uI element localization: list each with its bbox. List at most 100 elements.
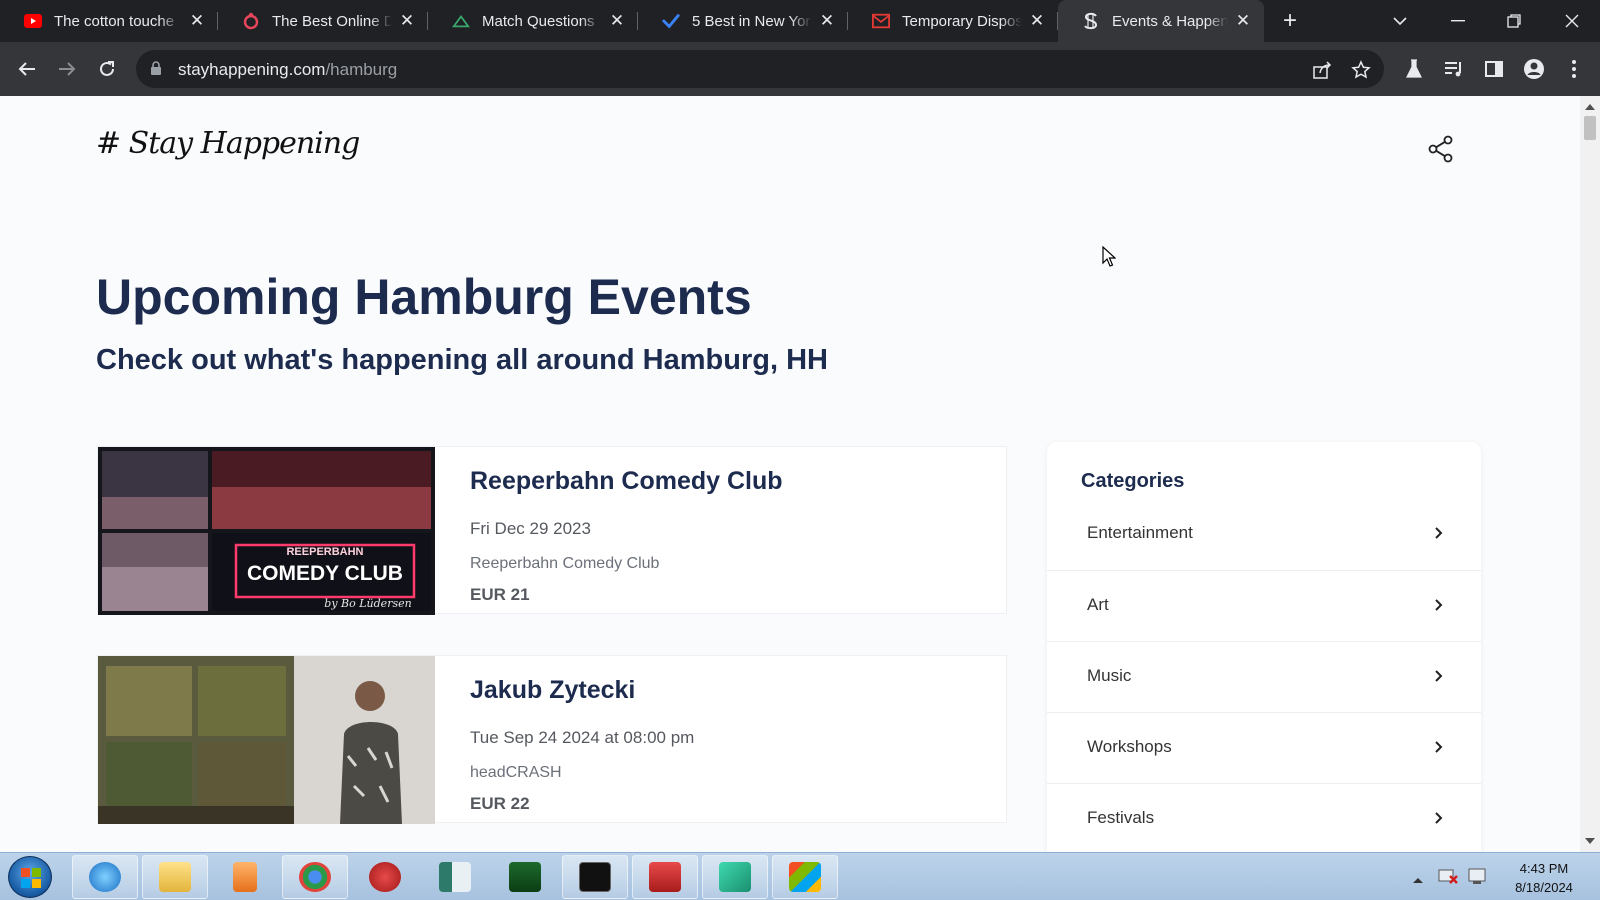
chevron-right-icon bbox=[1433, 525, 1445, 541]
url-text[interactable]: stayhappening.com/hamburg bbox=[178, 60, 397, 80]
match-icon bbox=[452, 12, 470, 30]
category-label: Festivals bbox=[1087, 808, 1155, 827]
tab-youtube[interactable]: The cotton touche ✕ bbox=[0, 0, 218, 42]
tab-strip: The cotton touche ✕ The Best Online De ✕… bbox=[0, 0, 1600, 42]
category-item-entertainment[interactable]: Entertainment bbox=[1047, 499, 1481, 570]
internet-explorer-icon[interactable] bbox=[72, 855, 138, 899]
tab-new-york[interactable]: 5 Best in New York ✕ bbox=[638, 0, 848, 42]
window-app-icon[interactable] bbox=[422, 855, 488, 899]
site-logo[interactable]: # Stay Happening bbox=[96, 126, 360, 161]
browser-toolbar: stayhappening.com/hamburg bbox=[0, 42, 1600, 96]
back-button[interactable] bbox=[13, 55, 41, 83]
event-price: EUR 21 bbox=[470, 585, 530, 604]
lock-icon[interactable] bbox=[150, 61, 162, 81]
event-card[interactable]: REEPERBAHN COMEDY CLUB by Bo Lüdersen Re… bbox=[97, 446, 1007, 615]
event-image[interactable]: REEPERBAHN COMEDY CLUB by Bo Lüdersen bbox=[98, 447, 435, 615]
close-tab-icon[interactable]: ✕ bbox=[818, 11, 836, 30]
share-page-icon[interactable] bbox=[1311, 59, 1333, 81]
start-button[interactable] bbox=[8, 856, 52, 898]
chrome-browser-icon[interactable] bbox=[282, 855, 348, 899]
comedy-club-sign-sub: by Bo Lüdersen bbox=[324, 597, 411, 610]
event-price: EUR 22 bbox=[470, 794, 530, 813]
category-label: Entertainment bbox=[1087, 523, 1193, 542]
tab-events[interactable]: Events & Happenin ✕ bbox=[1058, 0, 1264, 42]
event-card[interactable]: Jakub Zytecki Tue Sep 24 2024 at 08:00 p… bbox=[97, 655, 1007, 824]
chevron-right-icon bbox=[1433, 810, 1445, 826]
cube-app-icon[interactable] bbox=[702, 855, 768, 899]
event-date: Tue Sep 24 2024 at 08:00 pm bbox=[470, 728, 695, 747]
page-title: Upcoming Hamburg Events bbox=[96, 269, 752, 325]
close-tab-icon[interactable]: ✕ bbox=[188, 11, 206, 30]
tab-title: The Best Online De bbox=[272, 12, 392, 30]
event-venue: Reeperbahn Comedy Club bbox=[470, 555, 660, 572]
chevron-right-icon bbox=[1433, 739, 1445, 755]
chevron-right-icon bbox=[1433, 597, 1445, 613]
command-prompt-icon[interactable] bbox=[562, 855, 628, 899]
taskbar-clock[interactable]: 4:43 PM 8/18/2024 bbox=[1496, 859, 1592, 897]
bookmark-star-icon[interactable] bbox=[1350, 59, 1372, 81]
event-venue: headCRASH bbox=[470, 764, 562, 781]
forward-button[interactable] bbox=[53, 55, 81, 83]
scroll-down-icon[interactable] bbox=[1585, 838, 1595, 844]
network-app-icon[interactable] bbox=[492, 855, 558, 899]
comedy-club-sign-top: REEPERBAHN bbox=[286, 546, 363, 558]
category-item-music[interactable]: Music bbox=[1047, 641, 1481, 712]
new-tab-button[interactable]: + bbox=[1276, 7, 1304, 35]
red-app-icon[interactable] bbox=[352, 855, 418, 899]
web-page: # Stay Happening Upcoming Hamburg Events… bbox=[0, 96, 1580, 852]
category-label: Workshops bbox=[1087, 737, 1172, 756]
side-panel-icon[interactable] bbox=[1482, 57, 1506, 81]
close-tab-icon[interactable]: ✕ bbox=[608, 11, 626, 30]
network-warning-icon[interactable] bbox=[1438, 867, 1458, 890]
action-center-icon[interactable] bbox=[1468, 867, 1488, 890]
checkmark-icon bbox=[662, 12, 680, 30]
youtube-icon bbox=[24, 12, 42, 30]
close-tab-icon[interactable]: ✕ bbox=[1028, 11, 1046, 30]
event-image[interactable] bbox=[98, 656, 435, 824]
close-tab-icon[interactable]: ✕ bbox=[1234, 11, 1252, 30]
page-scrollbar[interactable] bbox=[1580, 96, 1600, 852]
comedy-club-sign-main: COMEDY CLUB bbox=[247, 562, 403, 585]
reload-button[interactable] bbox=[93, 55, 121, 83]
category-item-festivals[interactable]: Festivals bbox=[1047, 783, 1481, 852]
category-label: Art bbox=[1087, 595, 1109, 614]
toolbox-app-icon[interactable] bbox=[632, 855, 698, 899]
media-player-icon[interactable] bbox=[212, 855, 278, 899]
close-tab-icon[interactable]: ✕ bbox=[398, 11, 416, 30]
file-explorer-icon[interactable] bbox=[142, 855, 208, 899]
share-icon[interactable] bbox=[1426, 134, 1456, 164]
labs-flask-icon[interactable] bbox=[1402, 57, 1426, 81]
profile-avatar-icon[interactable] bbox=[1522, 57, 1546, 81]
media-playlist-icon[interactable] bbox=[1442, 57, 1466, 81]
category-label: Music bbox=[1087, 666, 1132, 685]
tray-expand-icon[interactable] bbox=[1412, 871, 1424, 889]
tab-title: The cotton touche bbox=[54, 12, 175, 30]
tab-match[interactable]: Match Questions ✕ bbox=[428, 0, 638, 42]
event-title[interactable]: Jakub Zytecki bbox=[470, 676, 635, 705]
tab-dating[interactable]: The Best Online De ✕ bbox=[218, 0, 428, 42]
minimize-button[interactable] bbox=[1430, 0, 1486, 42]
tab-search-icon[interactable] bbox=[1372, 0, 1428, 42]
mail-icon bbox=[872, 12, 890, 30]
clock-time: 4:43 PM bbox=[1519, 861, 1569, 876]
url-host: stayhappening.com bbox=[178, 60, 326, 79]
scroll-up-icon[interactable] bbox=[1585, 104, 1595, 110]
chevron-right-icon bbox=[1433, 668, 1445, 684]
category-item-art[interactable]: Art bbox=[1047, 570, 1481, 641]
tab-temp-mail[interactable]: Temporary Dispos ✕ bbox=[848, 0, 1058, 42]
tab-title: Temporary Dispos bbox=[902, 12, 1022, 30]
categories-panel: Categories Entertainment Art Music Works… bbox=[1047, 442, 1481, 852]
scroll-thumb[interactable] bbox=[1584, 116, 1596, 140]
category-item-workshops[interactable]: Workshops bbox=[1047, 712, 1481, 783]
address-bar[interactable]: stayhappening.com/hamburg bbox=[136, 50, 1384, 88]
windows-update-icon[interactable] bbox=[772, 855, 838, 899]
restore-button[interactable] bbox=[1486, 0, 1542, 42]
mouse-cursor-icon bbox=[1102, 245, 1117, 268]
close-window-button[interactable] bbox=[1544, 0, 1600, 42]
menu-kebab-icon[interactable] bbox=[1562, 57, 1586, 81]
categories-heading: Categories bbox=[1081, 470, 1185, 492]
event-title[interactable]: Reeperbahn Comedy Club bbox=[470, 467, 783, 496]
tab-title: Events & Happenin bbox=[1112, 12, 1228, 30]
tab-title: 5 Best in New York bbox=[692, 12, 812, 30]
event-date: Fri Dec 29 2023 bbox=[470, 519, 591, 538]
